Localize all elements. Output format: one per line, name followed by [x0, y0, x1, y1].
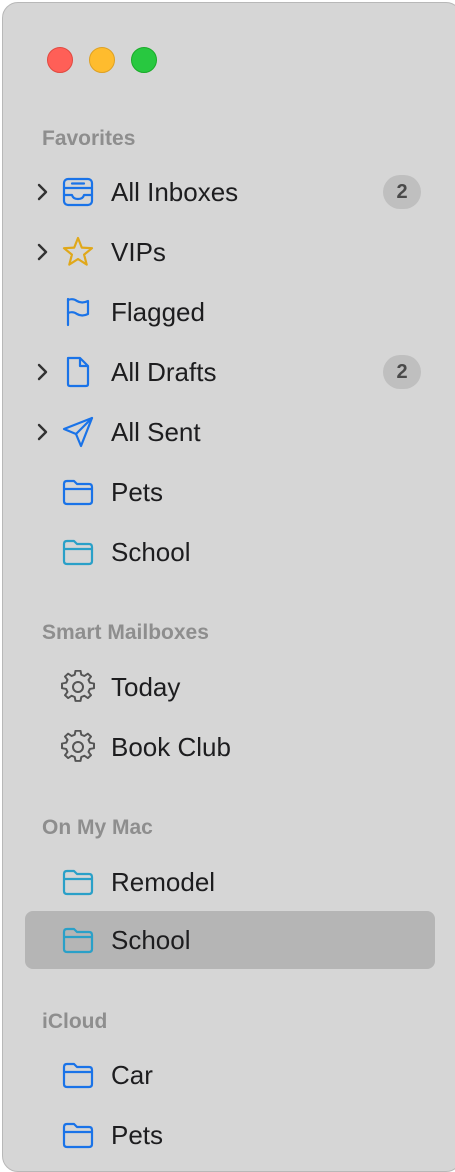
- document-icon: [61, 355, 95, 389]
- zoom-window-button[interactable]: [131, 47, 157, 73]
- star-icon: [61, 235, 95, 269]
- folder-icon: [61, 475, 95, 509]
- section-header-on-my-mac: On My Mac: [42, 816, 153, 839]
- paper-plane-icon: [61, 415, 95, 449]
- folder-icon: [61, 865, 95, 899]
- mail-sidebar-window: Favorites All Inboxes 2 VIPs Flagged All…: [2, 2, 455, 1172]
- close-window-button[interactable]: [47, 47, 73, 73]
- sidebar-item-label: Car: [111, 1060, 153, 1090]
- sidebar-item-label: Book Club: [111, 732, 231, 762]
- sidebar-item-label: Pets: [111, 477, 164, 507]
- gear-icon: [61, 730, 95, 764]
- sidebar-item-today[interactable]: Today: [25, 658, 435, 716]
- folder-icon: [61, 1118, 95, 1152]
- sidebar-item-pets[interactable]: Pets: [25, 1106, 435, 1164]
- sidebar-item-label: School: [111, 537, 191, 567]
- sidebar-item-label: VIPs: [111, 237, 166, 267]
- sidebar-item-pets[interactable]: Pets: [25, 463, 435, 521]
- inbox-tray-icon: [61, 175, 95, 209]
- sidebar-item-all-drafts[interactable]: All Drafts 2: [25, 343, 435, 401]
- sidebar-item-label: Pets: [111, 1120, 164, 1150]
- sidebar-item-school[interactable]: School: [25, 523, 435, 581]
- unread-count-badge: 2: [383, 175, 421, 209]
- section-header-icloud: iCloud: [42, 1010, 108, 1033]
- sidebar-item-vips[interactable]: VIPs: [25, 223, 435, 281]
- gear-icon: [61, 670, 95, 704]
- sidebar-item-all-sent[interactable]: All Sent: [25, 403, 435, 461]
- section-header-favorites: Favorites: [42, 127, 136, 150]
- sidebar-item-car[interactable]: Car: [25, 1046, 435, 1104]
- sidebar-item-label: All Inboxes: [111, 177, 239, 207]
- unread-count-badge: 2: [383, 355, 421, 389]
- sidebar-item-label: Remodel: [111, 867, 216, 897]
- sidebar-item-flagged[interactable]: Flagged: [25, 283, 435, 341]
- sidebar-item-label: Flagged: [111, 297, 205, 327]
- folder-icon: [61, 535, 95, 569]
- flag-icon: [61, 295, 95, 329]
- disclosure-chevron-icon[interactable]: [35, 241, 51, 263]
- folder-icon: [61, 1058, 95, 1092]
- sidebar-item-all-inboxes[interactable]: All Inboxes 2: [25, 163, 435, 221]
- minimize-window-button[interactable]: [89, 47, 115, 73]
- disclosure-chevron-icon[interactable]: [35, 361, 51, 383]
- sidebar-item-book-club[interactable]: Book Club: [25, 718, 435, 776]
- folder-icon: [61, 923, 95, 957]
- sidebar-item-label: All Drafts: [111, 357, 217, 387]
- sidebar-item-school-selected[interactable]: School: [25, 911, 435, 969]
- sidebar-item-remodel[interactable]: Remodel: [25, 853, 435, 911]
- section-header-smart-mailboxes: Smart Mailboxes: [42, 621, 209, 644]
- sidebar-item-label: Today: [111, 672, 181, 702]
- sidebar-item-label: School: [111, 925, 191, 955]
- window-controls: [47, 47, 157, 73]
- disclosure-chevron-icon[interactable]: [35, 181, 51, 203]
- disclosure-chevron-icon[interactable]: [35, 421, 51, 443]
- sidebar-item-label: All Sent: [111, 417, 201, 447]
